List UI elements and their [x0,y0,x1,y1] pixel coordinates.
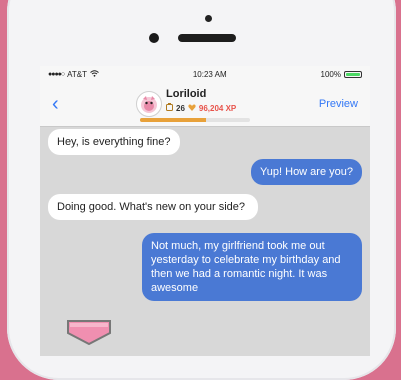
status-time: 10:23 AM [192,69,227,79]
battery-percent: 100% [320,69,341,79]
chevron-left-icon[interactable]: ‹ [52,94,59,114]
outgoing-message: Not much, my girlfriend took me out yest… [142,233,362,301]
preview-button[interactable]: Preview [319,98,358,110]
xp-value: 96,204 XP [198,103,237,113]
signal-icon: ●●●●○ [48,70,65,78]
xp-progress-bar [140,118,250,122]
front-camera [149,33,159,43]
status-bar: ●●●●○ AT&T 10:23 AM 100% [40,66,370,82]
wifi-icon [90,69,99,79]
message-list: Hey, is everything fine? Yup! How are yo… [40,127,370,356]
xp-progress-fill [140,118,206,122]
proximity-sensor [205,15,212,22]
sticker-thumbnail[interactable] [66,317,112,345]
incoming-message: Doing good. What's new on your side? [48,194,258,220]
outgoing-message: Yup! How are you? [251,159,362,185]
phone-mockup: ●●●●○ AT&T 10:23 AM 100% ‹ Loriloid 26 9… [0,0,401,380]
chat-header: ‹ Loriloid 26 96,204 XP Preview [40,82,370,127]
user-stats: 26 96,204 XP [166,103,236,113]
contact-name: Loriloid [166,88,207,100]
incoming-message: Hey, is everything fine? [48,129,180,155]
level-icon [166,103,173,113]
earpiece-speaker [178,34,236,42]
status-right: 100% [321,70,362,79]
avatar-character-icon [141,96,157,113]
carrier-label: AT&T [67,69,87,79]
phone-screen: ●●●●○ AT&T 10:23 AM 100% ‹ Loriloid 26 9… [40,66,370,356]
status-left: ●●●●○ AT&T [48,70,99,79]
level-value: 26 [176,103,185,113]
battery-icon [344,70,362,78]
heart-icon [188,104,196,113]
avatar[interactable] [136,91,162,117]
battery-fill [346,72,360,76]
